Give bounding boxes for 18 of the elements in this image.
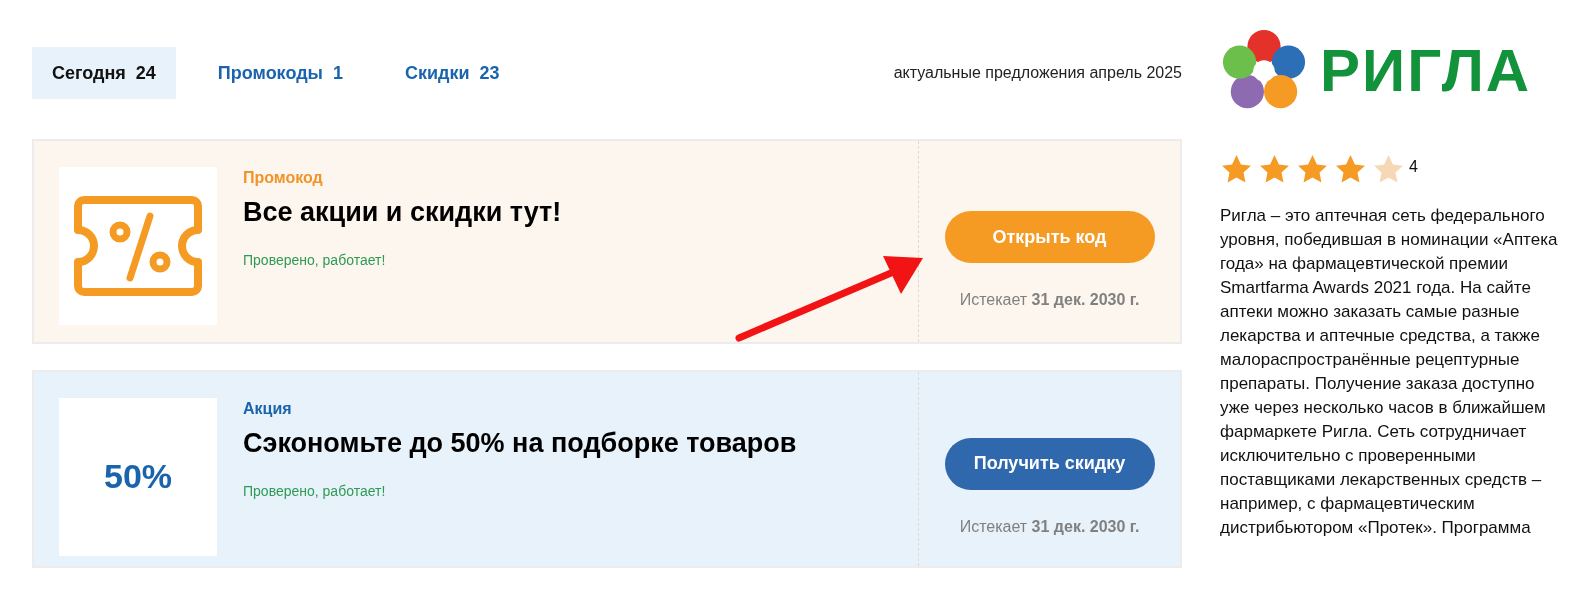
period-text: актуальные предложения апрель 2025 <box>893 64 1182 82</box>
tab[interactable]: Промокоды 1 <box>197 47 363 99</box>
ticket-percent-icon <box>72 196 204 296</box>
store-description: Ригла – это аптечная сеть федерального уровня, победившая в номинации «Аптека года» на фармацевтической премии Smartfarma Awards 2021 года. На сайте аптеки можно заказать самые разные лекарства и аптечные средства, а также малораспространённые рецептурные препараты. Получение заказа доступно уже через несколько часов в ближайшем фармаркете Ригла. Сеть сотрудничает исключительно с проверенными поставщиками лекарственных средств – например, с фармацевтическим дистрибьютором «Протек». Программа <box>1220 205 1559 539</box>
offer-title: Сэкономьте до 50% на подборке товаров <box>243 427 798 459</box>
offer-title: Все акции и скидки тут! <box>243 197 563 228</box>
verified-note: Проверено, работает! <box>243 252 387 268</box>
brand-name: РИГЛА <box>1320 41 1532 101</box>
expiry-date: Истекает 31 дек. 2030 г. <box>959 291 1140 309</box>
tab[interactable]: Скидки 23 <box>384 47 520 99</box>
get-discount-button[interactable]: Получить скидку <box>944 437 1155 490</box>
verified-note: Проверено, работает! <box>243 482 387 499</box>
offer-type: Акция <box>243 399 293 418</box>
expiry-date: Истекает 31 дек. 2030 г. <box>959 517 1140 536</box>
tab[interactable]: Сегодня 24 <box>32 47 176 99</box>
rating-value: 4 <box>1409 157 1418 176</box>
offer-type: Промокод <box>243 169 324 187</box>
discount-value: 50% <box>103 457 173 497</box>
